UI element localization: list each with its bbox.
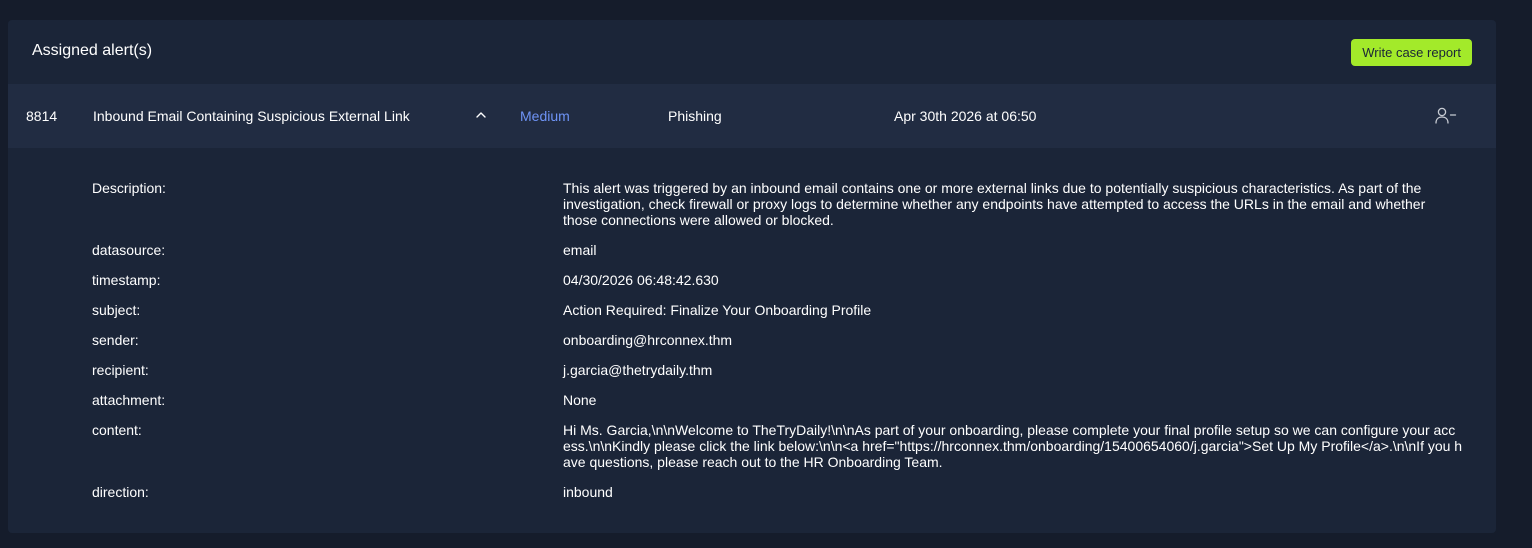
detail-key: content: bbox=[92, 422, 142, 438]
detail-value: 04/30/2026 06:48:42.630 bbox=[563, 272, 719, 288]
detail-value: j.garcia@thetrydaily.thm bbox=[563, 362, 713, 378]
detail-key: subject: bbox=[92, 302, 141, 318]
detail-key: recipient: bbox=[92, 362, 149, 378]
detail-key: Description: bbox=[92, 180, 166, 196]
panel-title: Assigned alert(s) bbox=[32, 42, 153, 59]
alert-title: Inbound Email Containing Suspicious Exte… bbox=[93, 108, 410, 124]
detail-value: inbound bbox=[563, 484, 613, 500]
chevron-up-icon[interactable] bbox=[474, 84, 488, 148]
detail-value: This alert was triggered by an inbound e… bbox=[563, 180, 1426, 228]
alert-type: Phishing bbox=[668, 108, 722, 124]
detail-key: attachment: bbox=[92, 392, 166, 408]
detail-key: sender: bbox=[92, 332, 139, 348]
detail-key: direction: bbox=[92, 484, 149, 500]
alert-date: Apr 30th 2026 at 06:50 bbox=[894, 108, 1037, 124]
detail-value: Hi Ms. Garcia,\n\nWelcome to TheTryDaily… bbox=[563, 422, 1463, 470]
panel-header: Assigned alert(s) Write case report bbox=[8, 20, 1496, 84]
alert-id: 8814 bbox=[26, 108, 58, 124]
alert-row[interactable]: 8814 Inbound Email Containing Suspicious… bbox=[8, 84, 1496, 148]
detail-value: Action Required: Finalize Your Onboardin… bbox=[563, 302, 872, 318]
write-case-report-button[interactable]: Write case report bbox=[1351, 39, 1472, 66]
severity-badge: Medium bbox=[520, 108, 570, 124]
detail-value: onboarding@hrconnex.thm bbox=[563, 332, 733, 348]
detail-value: email bbox=[563, 242, 597, 258]
user-minus-icon[interactable] bbox=[1434, 84, 1458, 148]
detail-key: timestamp: bbox=[92, 272, 161, 288]
detail-key: datasource: bbox=[92, 242, 166, 258]
assigned-alerts-panel: Assigned alert(s) Write case report 8814… bbox=[8, 20, 1496, 533]
detail-value: None bbox=[563, 392, 597, 408]
